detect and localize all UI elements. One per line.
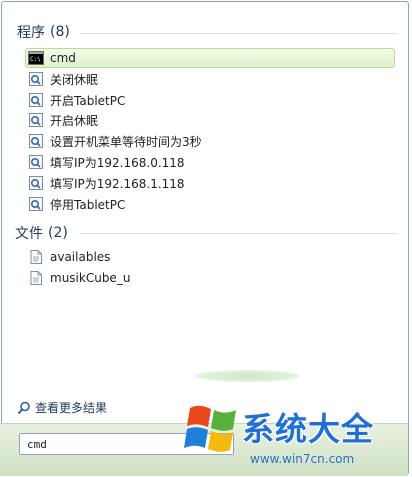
see-more-results-link[interactable]: 查看更多结果 [17,399,107,416]
shortcut-icon [29,134,43,148]
shortcut-icon [29,93,43,107]
program-item-label: 开启TabletPC [50,93,126,108]
program-item-label: 开启休眠 [50,113,99,128]
file-item-label: musikCube_u [50,271,131,285]
program-item[interactable]: 填写IP为192.168.1.118 [25,173,395,193]
program-item[interactable]: 关闭休眠 [25,69,395,89]
programs-heading-label: 程序 [17,25,45,41]
program-item-label: 关闭休眠 [50,72,99,87]
program-item[interactable]: 停用TabletPC [25,194,395,214]
program-item-label: 设置开机菜单等待时间为3秒 [50,134,202,149]
console-icon: C:\ [28,51,44,65]
watermark-title: 系统大全 [242,410,375,448]
programs-count: (8) [50,24,70,40]
files-count: (2) [48,225,68,241]
svg-text:C:\: C:\ [30,56,41,63]
see-more-results-label: 查看更多结果 [35,401,108,415]
program-item-label: 填写IP为192.168.1.118 [50,176,185,191]
shortcut-icon [29,155,43,169]
program-item[interactable]: 设置开机菜单等待时间为3秒 [25,131,395,151]
program-item-label: cmd [50,51,76,65]
shortcut-icon [29,72,43,86]
program-item-label: 填写IP为192.168.0.118 [50,155,185,170]
watermark-url: www.win7cn.com [250,452,355,466]
watermark: 系统大全 www.win7cn.com [184,396,406,474]
windows-logo-icon [184,405,236,452]
file-item[interactable]: musikCube_u [25,268,395,288]
program-item[interactable]: 填写IP为192.168.0.118 [25,152,395,172]
search-input-value: cmd [27,437,47,451]
files-heading-label: 文件 [15,226,43,242]
shortcut-icon [29,176,43,190]
program-item[interactable]: 开启休眠 [25,110,395,130]
background-smudge [195,370,300,382]
shortcut-icon [29,197,43,211]
file-item[interactable]: availables [25,247,395,267]
files-heading: 文件 (2) [15,223,68,243]
document-icon [30,271,42,285]
file-item-label: availables [50,250,111,264]
document-icon [30,250,42,264]
program-item-cmd[interactable]: C:\ cmd [25,48,395,68]
programs-heading: 程序 (8) [17,22,70,42]
files-divider [80,233,398,234]
program-item[interactable]: 开启TabletPC [25,90,395,110]
shortcut-icon [29,113,43,127]
program-item-label: 停用TabletPC [50,197,126,212]
programs-divider [80,33,398,34]
search-icon [17,401,30,414]
